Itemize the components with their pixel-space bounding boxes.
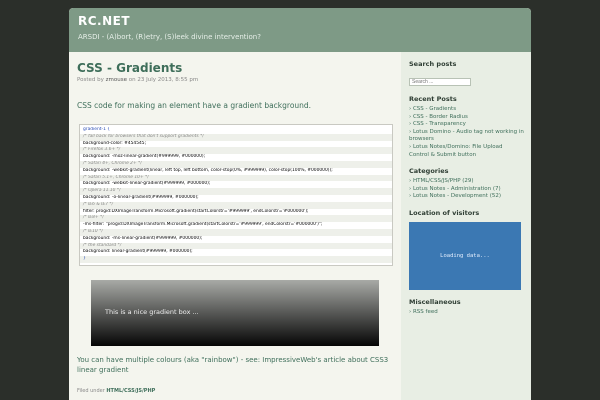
misc-list: RSS feed: [409, 309, 524, 317]
code-line: background-color: #454545;: [83, 140, 147, 146]
code-line: /* Safari 5.1+, Chrome 10+ */: [80, 174, 392, 182]
category-count: (7): [492, 185, 501, 192]
category-link[interactable]: Lotus Notes - Development: [413, 193, 488, 199]
code-line: background: -moz-linear-gradient(#999999…: [83, 154, 206, 160]
recent-post-link[interactable]: Lotus Domino - Audio tag not working in …: [409, 129, 524, 144]
post-title[interactable]: CSS - Gradients: [77, 61, 397, 75]
sidebar: Search posts Recent Posts CSS - Gradient…: [401, 52, 531, 400]
code-line: background: -webkit-gradient(linear, lef…: [83, 167, 333, 173]
site-description: ARSDI - (A)bort, (R)etry, (S)leek divine…: [78, 33, 261, 41]
site-header: RC.NET ARSDI - (A)bort, (R)etry, (S)leek…: [69, 8, 531, 52]
recent-posts-heading: Recent Posts: [409, 95, 457, 103]
category-link[interactable]: HTML/CSS/JS/PHP: [413, 178, 461, 184]
code-line: /* Opera 11.10 */: [80, 188, 392, 195]
post-author-link[interactable]: zmouse: [106, 77, 127, 83]
category-count: (29): [462, 178, 474, 185]
code-line: /* Safari 4+, Chrome 2+ */: [80, 160, 392, 168]
code-line: background: linear-gradient(#999999, #00…: [83, 249, 193, 255]
filed-prefix: Filed under: [77, 388, 105, 394]
visitor-map[interactable]: Loading data...: [409, 221, 521, 290]
meta-on: on: [128, 77, 136, 83]
category-link[interactable]: Lotus Notes - Administration: [413, 186, 491, 192]
recent-post-link[interactable]: CSS - Transparency: [409, 121, 524, 129]
site-title[interactable]: RC.NET: [78, 14, 531, 28]
search-heading: Search posts: [409, 60, 457, 68]
code-line: /* fall back for browsers that don't sup…: [80, 133, 392, 141]
filed-category-link[interactable]: HTML/CSS/JS/PHP: [106, 388, 155, 394]
post-meta: Posted by zmouse on 23 July 2013, 8:55 p…: [77, 77, 397, 83]
recent-post-link[interactable]: CSS - Border Radius: [409, 114, 524, 122]
recent-post-link[interactable]: CSS - Gradients: [409, 106, 524, 114]
category-item[interactable]: Lotus Notes - Development (52): [409, 193, 524, 201]
gradient-demo-text: This is a nice gradient box ...: [105, 308, 199, 316]
search-input[interactable]: [409, 78, 471, 86]
code-line: -ms-filter: "progid:DXImageTransform.Mic…: [83, 222, 323, 228]
code-line: /* the standard */: [80, 242, 392, 250]
code-line: /* IE6 & IE7 */: [80, 201, 392, 209]
category-item[interactable]: Lotus Notes - Administration (7): [409, 186, 524, 194]
code-line: background: -ms-linear-gradient(#999999,…: [83, 235, 203, 241]
post-content: CSS - Gradients Posted by zmouse on 23 J…: [77, 58, 397, 394]
post-date: 23 July 2013, 8:55 pm: [137, 77, 199, 83]
visitors-heading: Location of visitors: [409, 208, 480, 217]
code-line: gradient-1 {: [83, 127, 111, 132]
code-block: gradient-1 { /* fall back for browsers t…: [79, 124, 393, 266]
code-line: background: -webkit-linear-gradient(#999…: [83, 181, 211, 187]
filed-under: Filed under HTML/CSS/JS/PHP: [77, 388, 155, 394]
post-intro: CSS code for making an element have a gr…: [77, 101, 312, 110]
code-line: filter: progid:DXImageTransform.Microsof…: [83, 208, 309, 214]
misc-heading: Miscellaneous: [409, 297, 461, 306]
categories-heading: Categories: [409, 167, 449, 176]
code-line: /* IE8+ */: [80, 215, 392, 223]
code-line: }: [80, 256, 392, 263]
code-line: /* Firefox 3.6+ */: [80, 147, 392, 155]
category-count: (52): [489, 193, 501, 200]
category-item[interactable]: HTML/CSS/JS/PHP (29): [409, 178, 524, 186]
rss-feed-link[interactable]: RSS feed: [409, 309, 524, 317]
code-line: background: -o-linear-gradient(#999999, …: [83, 194, 199, 200]
multi-colour-note[interactable]: You can have multiple colours (aka "rain…: [77, 355, 397, 375]
gradient-demo-box: This is a nice gradient box ...: [91, 280, 379, 346]
recent-posts-list: CSS - GradientsCSS - Border RadiusCSS - …: [409, 106, 524, 159]
categories-list: HTML/CSS/JS/PHP (29)Lotus Notes - Admini…: [409, 178, 524, 201]
page-container: RC.NET ARSDI - (A)bort, (R)etry, (S)leek…: [69, 8, 531, 400]
recent-post-link[interactable]: Lotus Notes/Domino: File Upload Control …: [409, 144, 524, 159]
meta-prefix: Posted by: [77, 77, 104, 83]
code-line: /* IE10 */: [80, 228, 392, 236]
